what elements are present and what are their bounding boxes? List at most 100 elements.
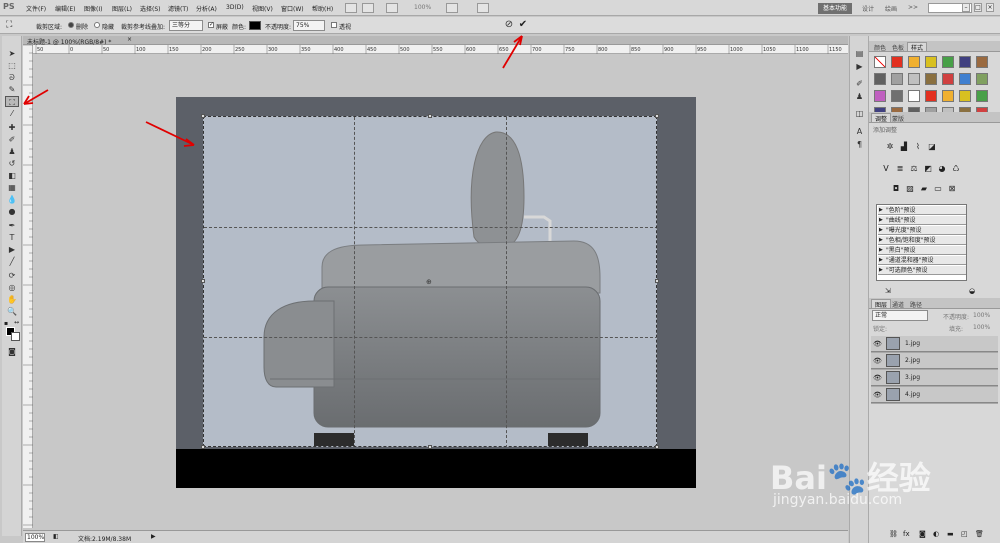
menu-image[interactable]: 图像(I)	[84, 4, 102, 13]
document-tab[interactable]: 未标题-1 @ 100%(RGB/8#) * ×	[23, 36, 848, 46]
zoom-field[interactable]: 100%	[25, 533, 45, 542]
character-panel-icon[interactable]: A	[853, 126, 866, 137]
perspective-checkbox[interactable]	[331, 22, 337, 28]
minimize-button[interactable]: –	[962, 3, 970, 12]
style-swatch[interactable]	[891, 90, 903, 102]
eyedropper-tool-icon[interactable]: ⁄	[5, 108, 19, 119]
invert-icon[interactable]: ◘	[891, 184, 901, 194]
overlay-select[interactable]: 三等分	[169, 20, 203, 31]
background-color-swatch[interactable]	[11, 332, 20, 341]
style-swatch[interactable]	[874, 56, 886, 68]
menu-window[interactable]: 窗口(W)	[281, 4, 304, 13]
maximize-button[interactable]: □	[974, 3, 982, 12]
fill-value[interactable]: 100%	[973, 324, 990, 331]
preset-item[interactable]: "色相/饱和度"预设	[878, 236, 966, 245]
eye-icon[interactable]: 👁	[873, 391, 882, 399]
history-panel-icon[interactable]: ▤	[853, 48, 866, 59]
status-menu-icon[interactable]: ▶	[151, 533, 156, 540]
quick-select-tool-icon[interactable]: ✎	[5, 84, 19, 95]
levels-icon[interactable]: ▟	[899, 142, 909, 152]
layer-row[interactable]: 👁 4.jpg	[871, 387, 998, 403]
vibrance-icon[interactable]: V	[881, 164, 891, 174]
hue-sat-icon[interactable]: ≣	[895, 164, 905, 174]
style-swatch[interactable]	[976, 73, 988, 85]
swap-colors-icon[interactable]: ↔	[14, 319, 19, 326]
marquee-tool-icon[interactable]: ⬚	[5, 60, 19, 71]
crop-handle-right[interactable]	[655, 279, 659, 283]
crop-handle-left[interactable]	[201, 279, 205, 283]
layer-opacity-value[interactable]: 100%	[973, 312, 990, 319]
preset-item[interactable]: "黑白"预设	[878, 246, 966, 255]
style-swatch[interactable]	[959, 56, 971, 68]
dodge-tool-icon[interactable]: ●	[5, 206, 19, 217]
view-extras-icon[interactable]	[386, 3, 398, 13]
close-button[interactable]: ×	[986, 3, 994, 12]
shield-checkbox[interactable]: ✓	[208, 22, 214, 28]
eye-icon[interactable]: 👁	[873, 357, 882, 365]
menu-file[interactable]: 文件(F)	[26, 4, 46, 13]
tab-swatches[interactable]: 色板	[889, 43, 907, 52]
delete-layer-icon[interactable]: 🗑	[975, 530, 984, 538]
history-brush-tool-icon[interactable]: ↺	[5, 158, 19, 169]
preset-item[interactable]: "曝光度"预设	[878, 226, 966, 235]
tab-paths[interactable]: 路径	[907, 300, 925, 309]
style-swatch[interactable]	[959, 90, 971, 102]
tab-masks[interactable]: 蒙版	[889, 114, 907, 123]
cancel-crop-icon[interactable]: ⊘	[503, 19, 515, 31]
menu-edit[interactable]: 编辑(E)	[55, 4, 75, 13]
style-swatch[interactable]	[959, 73, 971, 85]
blend-mode-select[interactable]: 正常	[872, 310, 928, 321]
crop-handle-bottom-left[interactable]	[201, 445, 205, 449]
tab-color[interactable]: 颜色	[871, 43, 889, 52]
menu-help[interactable]: 帮助(H)	[312, 4, 333, 13]
menu-filter[interactable]: 滤镜(T)	[168, 4, 188, 13]
minibridge-icon[interactable]	[362, 3, 374, 13]
menu-analysis[interactable]: 分析(A)	[196, 4, 217, 13]
channel-mixer-icon[interactable]: ♺	[951, 164, 961, 174]
preset-item[interactable]: "通道混和器"预设	[878, 256, 966, 265]
link-layers-icon[interactable]: ⛓	[889, 530, 898, 538]
actions-panel-icon[interactable]: ▶	[853, 61, 866, 72]
brush-tool-icon[interactable]: ✐	[5, 134, 19, 145]
eye-icon[interactable]: 👁	[873, 374, 882, 382]
brightness-icon[interactable]: ✲	[885, 142, 895, 152]
gradient-tool-icon[interactable]: ▦	[5, 182, 19, 193]
blur-tool-icon[interactable]: 💧	[5, 194, 19, 205]
eye-icon[interactable]: 👁	[873, 340, 882, 348]
status-info-icon[interactable]: ◧	[53, 533, 59, 540]
shape-tool-icon[interactable]: ╱	[5, 256, 19, 267]
workspace-more[interactable]: >>	[908, 4, 918, 11]
screen-mode-icon[interactable]	[477, 3, 489, 13]
shield-color-swatch[interactable]	[249, 21, 261, 30]
bridge-icon[interactable]	[345, 3, 357, 13]
type-tool-icon[interactable]: T	[5, 232, 19, 243]
opacity-input[interactable]: 75%	[293, 20, 325, 31]
style-swatch[interactable]	[874, 90, 886, 102]
horizontal-ruler[interactable]: 50 0 50 100 150 200 250 300 350 400 450 500 550 600 65…	[33, 45, 848, 54]
clip-layer-icon[interactable]: ⇲	[885, 287, 891, 295]
layer-comps-icon[interactable]: ◫	[853, 108, 866, 119]
style-swatch[interactable]	[891, 56, 903, 68]
paragraph-panel-icon[interactable]: ¶	[853, 139, 866, 150]
color-balance-icon[interactable]: ⚖	[909, 164, 919, 174]
workspace-design[interactable]: 设计	[862, 4, 874, 13]
preset-item[interactable]: "曲线"预设	[878, 216, 966, 225]
tab-styles[interactable]: 样式	[907, 42, 928, 52]
style-swatch[interactable]	[976, 90, 988, 102]
brush-panel-icon[interactable]: ✐	[853, 78, 866, 89]
tab-adjustments[interactable]: 调整	[871, 113, 892, 123]
workspace-basic-button[interactable]: 基本功能	[818, 3, 852, 14]
menu-select[interactable]: 选择(S)	[140, 4, 161, 13]
menubar-zoom[interactable]: 100%	[414, 4, 431, 11]
style-swatch[interactable]	[942, 73, 954, 85]
commit-crop-icon[interactable]: ✔	[517, 19, 529, 31]
crop-handle-top-right[interactable]	[655, 114, 659, 118]
posterize-icon[interactable]: ▨	[905, 184, 915, 194]
add-mask-icon[interactable]: ◙	[919, 530, 926, 538]
crop-handle-top[interactable]	[428, 114, 432, 118]
default-colors-icon[interactable]: ▪	[4, 320, 8, 327]
crop-handle-bottom[interactable]	[428, 445, 432, 449]
style-swatch[interactable]	[908, 90, 920, 102]
delete-radio[interactable]	[68, 22, 74, 28]
new-group-icon[interactable]: ▬	[947, 530, 954, 538]
